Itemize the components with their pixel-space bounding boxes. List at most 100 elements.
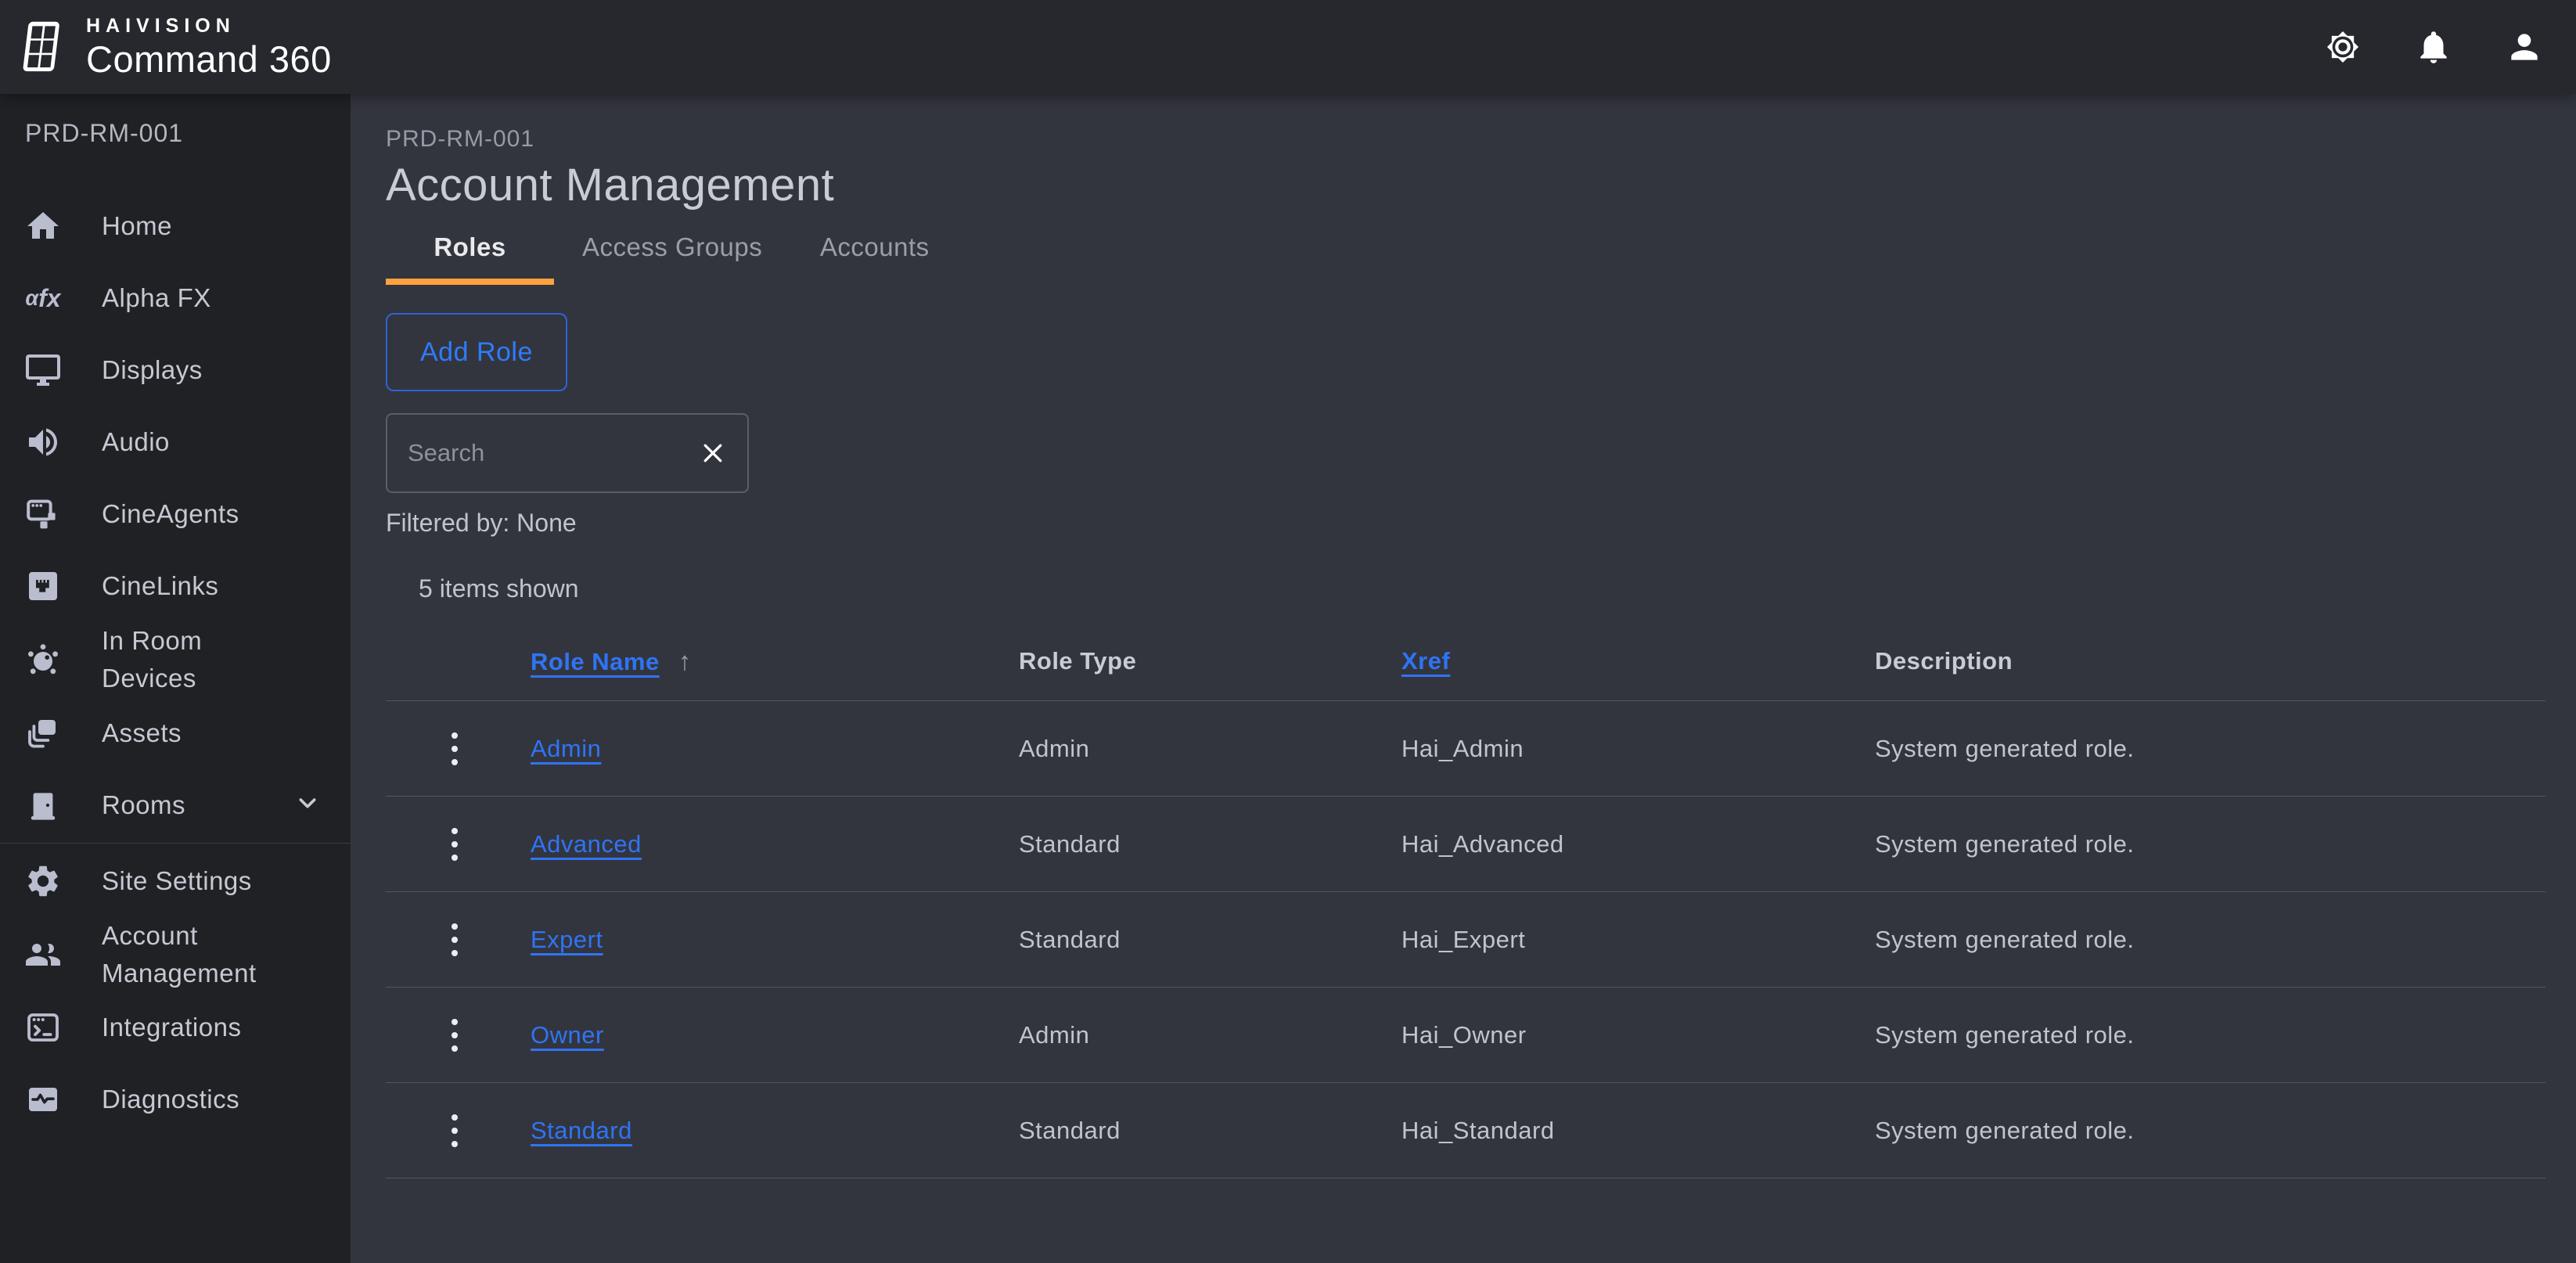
xref-cell: Hai_Advanced: [1401, 830, 1875, 858]
description-cell: System generated role.: [1875, 735, 2545, 763]
home-icon: [23, 207, 63, 246]
sidebar-item-label: Displays: [102, 351, 203, 389]
display-monitor-icon: [23, 351, 63, 390]
description-cell: System generated role.: [1875, 1117, 2545, 1145]
terminal-icon: [23, 1008, 63, 1047]
ethernet-icon: [23, 567, 63, 606]
sidebar-item-account-management[interactable]: Account Management: [0, 917, 351, 992]
topbar-actions: [2322, 27, 2545, 67]
room-name: PRD-RM-001: [0, 119, 351, 148]
sidebar-divider: [0, 843, 351, 844]
sidebar-item-cinelinks[interactable]: CineLinks: [0, 550, 351, 622]
role-type-cell: Standard: [1019, 1117, 1401, 1145]
sidebar-item-in-room-devices[interactable]: In Room Devices: [0, 622, 351, 697]
speaker-icon: [23, 423, 63, 462]
sidebar-item-label: Rooms: [102, 786, 185, 824]
haivision-logo-icon: [17, 16, 70, 77]
sort-xref-link[interactable]: Xref: [1401, 647, 1450, 675]
xref-cell: Hai_Standard: [1401, 1117, 1875, 1145]
sidebar-item-displays[interactable]: Displays: [0, 334, 351, 406]
sidebar-item-audio[interactable]: Audio: [0, 406, 351, 478]
display-settings-button[interactable]: [2322, 27, 2363, 67]
chevron-down-icon: [293, 788, 322, 822]
notifications-button[interactable]: [2413, 27, 2454, 67]
tab-roles[interactable]: Roles: [386, 232, 554, 279]
sidebar: PRD-RM-001 Home αfx Alpha FX Displays Au…: [0, 94, 351, 1263]
layers-icon: [23, 714, 63, 753]
door-icon: [23, 786, 63, 825]
main-content: PRD-RM-001 Account Management Roles Acce…: [351, 94, 2576, 1263]
description-cell: System generated role.: [1875, 926, 2545, 954]
notifications-bell-icon: [2414, 27, 2453, 67]
role-name-link[interactable]: Standard: [531, 1117, 632, 1144]
role-name-link[interactable]: Admin: [531, 735, 601, 762]
sidebar-item-site-settings[interactable]: Site Settings: [0, 845, 351, 917]
sidebar-item-label: Site Settings: [102, 862, 252, 900]
close-icon: [699, 439, 727, 467]
sidebar-item-label: In Room Devices: [102, 622, 299, 697]
table-row: Expert Standard Hai_Expert System genera…: [386, 892, 2545, 988]
tab-bar: Roles Access Groups Accounts: [386, 232, 2543, 279]
heartbeat-icon: [23, 1080, 63, 1119]
people-icon: [23, 935, 63, 974]
table-row: Standard Standard Hai_Standard System ge…: [386, 1083, 2545, 1178]
column-header-role-name: Role Name↑: [531, 646, 1019, 676]
search-input[interactable]: [408, 439, 696, 467]
product-name: Command 360: [86, 41, 332, 77]
items-shown-text: 5 items shown: [419, 573, 2543, 604]
row-actions-menu-button[interactable]: [431, 1008, 478, 1063]
sidebar-item-home[interactable]: Home: [0, 190, 351, 262]
sort-role-name-link[interactable]: Role Name: [531, 648, 660, 675]
role-name-link[interactable]: Expert: [531, 926, 603, 953]
table-header-row: Role Name↑ Role Type Xref Description: [386, 621, 2545, 701]
role-name-link[interactable]: Owner: [531, 1021, 604, 1049]
roles-table: Role Name↑ Role Type Xref Description Ad…: [386, 621, 2545, 1178]
role-name-link[interactable]: Advanced: [531, 830, 642, 858]
tab-accounts[interactable]: Accounts: [790, 232, 959, 279]
app-logo: HAIVISION Command 360: [17, 16, 332, 77]
sidebar-item-label: Integrations: [102, 1009, 241, 1046]
sidebar-item-label: Account Management: [102, 917, 299, 992]
devices-hub-icon: [23, 640, 63, 679]
table-row: Admin Admin Hai_Admin System generated r…: [386, 701, 2545, 797]
user-account-icon: [2505, 27, 2544, 67]
table-row: Advanced Standard Hai_Advanced System ge…: [386, 797, 2545, 892]
xref-cell: Hai_Owner: [1401, 1021, 1875, 1049]
brand-name: HAIVISION: [86, 16, 332, 36]
xref-cell: Hai_Expert: [1401, 926, 1875, 954]
sidebar-item-alpha-fx[interactable]: αfx Alpha FX: [0, 262, 351, 334]
display-settings-icon: [2323, 27, 2362, 67]
column-header-xref: Xref: [1401, 647, 1875, 675]
role-type-cell: Admin: [1019, 1021, 1401, 1049]
sidebar-nav: Home αfx Alpha FX Displays Audio: [0, 190, 351, 1135]
table-row: Owner Admin Hai_Owner System generated r…: [386, 988, 2545, 1083]
role-type-cell: Admin: [1019, 735, 1401, 763]
description-cell: System generated role.: [1875, 830, 2545, 858]
search-box: [386, 413, 749, 493]
sidebar-item-rooms[interactable]: Rooms: [0, 769, 351, 841]
page-title: Account Management: [386, 160, 2543, 211]
sidebar-item-assets[interactable]: Assets: [0, 697, 351, 769]
clear-search-button[interactable]: [696, 436, 730, 470]
sidebar-item-label: Assets: [102, 714, 182, 752]
gear-icon: [23, 862, 63, 901]
row-actions-menu-button[interactable]: [431, 721, 478, 776]
row-actions-menu-button[interactable]: [431, 912, 478, 967]
role-type-cell: Standard: [1019, 926, 1401, 954]
sidebar-item-integrations[interactable]: Integrations: [0, 991, 351, 1063]
tab-access-groups[interactable]: Access Groups: [577, 232, 767, 279]
sidebar-item-cineagents[interactable]: CineAgents: [0, 478, 351, 550]
column-header-role-type: Role Type: [1019, 647, 1401, 675]
sidebar-item-label: CineAgents: [102, 495, 239, 533]
row-actions-menu-button[interactable]: [431, 817, 478, 872]
filtered-by-text: Filtered by: None: [386, 507, 2543, 538]
xref-cell: Hai_Admin: [1401, 735, 1875, 763]
add-role-button[interactable]: Add Role: [386, 313, 567, 391]
row-actions-menu-button[interactable]: [431, 1103, 478, 1158]
top-bar: HAIVISION Command 360: [0, 0, 2576, 94]
sidebar-item-label: Alpha FX: [102, 279, 211, 317]
account-button[interactable]: [2504, 27, 2545, 67]
sidebar-item-diagnostics[interactable]: Diagnostics: [0, 1063, 351, 1135]
role-type-cell: Standard: [1019, 830, 1401, 858]
breadcrumb: PRD-RM-001: [386, 125, 2543, 153]
